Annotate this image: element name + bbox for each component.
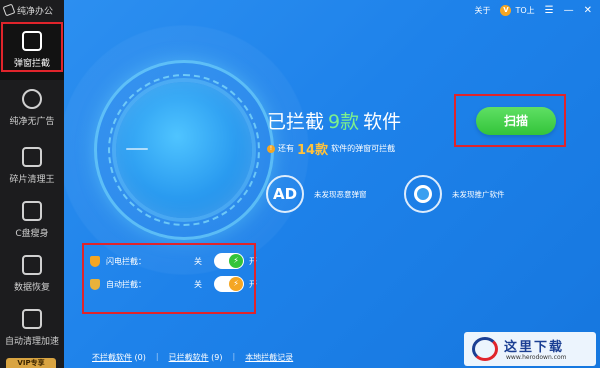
toggle-off-label: 关 [194, 279, 202, 289]
radar-core [116, 82, 252, 218]
app-logo-icon [2, 3, 16, 17]
disk-slim-icon [22, 201, 42, 221]
toggle-off-label: 关 [194, 256, 202, 266]
sidebar-item-c-disk[interactable]: C盘瘦身 [0, 192, 64, 250]
app-title: 纯净办公 [17, 6, 54, 17]
minimize-icon[interactable]: — [564, 5, 574, 16]
blocked-count: 9款 [328, 111, 360, 133]
user-account[interactable]: V TO上 [500, 4, 535, 16]
shield-icon [90, 278, 100, 290]
user-name: TO上 [515, 5, 535, 15]
data-recovery-icon [22, 255, 42, 275]
about-link[interactable]: 关于 [474, 5, 490, 16]
radar-scanline [126, 148, 148, 150]
block-popup-icon [22, 31, 42, 51]
no-ads-icon [22, 89, 42, 109]
lightning-icon: ⚡ [229, 254, 243, 268]
blockable-count: 14款 [297, 143, 329, 158]
toggle-label: 自动拦截： [106, 279, 146, 289]
toggle-auto-block: 自动拦截： 关 ⚡ 开 [90, 276, 257, 292]
coin-icon: V [500, 4, 512, 16]
flash-block-switch[interactable]: ⚡ [214, 253, 244, 269]
sidebar-item-label: 弹窗拦截 [13, 59, 50, 69]
sidebar-item-cleanup[interactable]: 碎片清理王 [0, 138, 64, 196]
divider: | [232, 352, 236, 361]
sidebar-item-label: 自动清理加速 [4, 337, 59, 347]
bottom-links: 不拦截软件 (0) | 已拦截软件 (9) | 本地拦截记录 [92, 352, 293, 363]
close-icon[interactable]: ✕ [584, 5, 592, 16]
local-block-log-link[interactable]: 本地拦截记录 [245, 353, 293, 362]
watermark: 这里下载 www.herodown.com [464, 332, 596, 366]
sidebar-item-auto-clean[interactable]: 自动清理加速 [0, 300, 64, 358]
feature-promo-software: 未发现推广软件 [404, 175, 505, 213]
link-count: (0) [134, 353, 146, 362]
summary-subline: ! 还有 14款 软件的弹窗可拦截 [267, 139, 395, 158]
menu-icon[interactable]: ☰ [545, 5, 554, 16]
top-bar: 关于 V TO上 ☰ — ✕ [474, 3, 592, 17]
link-count: (9) [211, 353, 223, 362]
sidebar-item-label: 纯净无广告 [9, 117, 55, 127]
sidebar: 纯净办公 弹窗拦截 纯净无广告 碎片清理王 C盘瘦身 数据恢复 自动清理加速 V… [0, 0, 64, 368]
sidebar-item-data-recovery[interactable]: 数据恢复 [0, 246, 64, 304]
toggle-label: 闪电拦截： [106, 256, 146, 266]
toggle-flash-block: 闪电拦截： 关 ⚡ 开 [90, 253, 257, 269]
auto-clean-icon [22, 309, 42, 329]
shield-icon [90, 255, 100, 267]
divider: | [155, 352, 159, 361]
blocked-software-link[interactable]: 已拦截软件 [169, 353, 209, 362]
info-icon: ! [267, 144, 275, 153]
toggle-on-label: 开 [249, 279, 257, 289]
vip-badge[interactable]: VIP专享 [6, 358, 56, 368]
summary-suffix: 软件 [363, 111, 402, 133]
sub-suffix: 软件的弹窗可拦截 [331, 144, 396, 153]
eye-icon [404, 175, 442, 213]
sub-prefix: 还有 [278, 144, 294, 153]
toggle-on-label: 开 [249, 256, 257, 266]
watermark-logo-icon [472, 337, 498, 361]
sidebar-item-no-ads[interactable]: 纯净无广告 [0, 80, 64, 138]
sidebar-item-label: C盘瘦身 [15, 229, 49, 239]
cleanup-icon [22, 147, 42, 167]
unblocked-software-link[interactable]: 不拦截软件 [92, 353, 132, 362]
summary-prefix: 已拦截 [267, 111, 325, 133]
main-panel: 关于 V TO上 ☰ — ✕ 已拦截 9款 软件 ! 还有 14款 软件的弹窗可… [64, 0, 600, 368]
lightning-icon: ⚡ [229, 277, 243, 291]
auto-block-switch[interactable]: ⚡ [214, 276, 244, 292]
watermark-text: 这里下载 [504, 340, 565, 355]
sidebar-item-popup-block[interactable]: 弹窗拦截 [0, 22, 64, 80]
ad-icon: AD [266, 175, 304, 213]
app-brand: 纯净办公 [2, 3, 64, 17]
summary-headline: 已拦截 9款 软件 [267, 107, 401, 134]
feature-label: 未发现推广软件 [452, 189, 505, 199]
watermark-url: www.herodown.com [506, 354, 567, 361]
scan-button[interactable]: 扫描 [476, 107, 556, 135]
sidebar-item-label: 碎片清理王 [9, 175, 55, 185]
sidebar-item-label: 数据恢复 [13, 283, 50, 293]
feature-malicious-popup: AD 未发现恶意弹窗 [266, 175, 367, 213]
feature-label: 未发现恶意弹窗 [314, 189, 367, 199]
